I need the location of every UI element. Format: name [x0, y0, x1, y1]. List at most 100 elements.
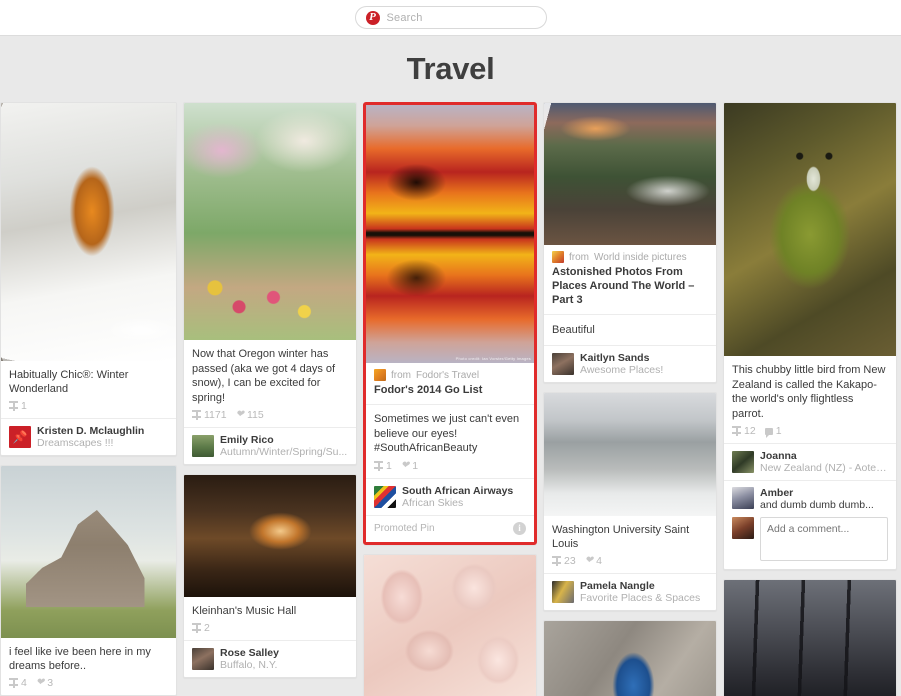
- pin-image-snowy-house-entrance[interactable]: [1, 103, 176, 361]
- pin-comment: Amber and dumb dumb dumb...: [724, 480, 896, 514]
- like-value: 4: [596, 555, 602, 567]
- pin-column-1: Habitually Chic®: Winter Wonderland 1 📌 …: [0, 102, 180, 696]
- search-placeholder: Search: [386, 11, 423, 24]
- user-meta: Pamela Nangle Favorite Places & Spaces: [580, 580, 700, 604]
- repin-icon: [732, 426, 741, 436]
- pin-image-concert-hall-interior[interactable]: [184, 475, 356, 597]
- pin-description: Now that Oregon winter has passed (aka w…: [192, 348, 336, 404]
- pin-user-row[interactable]: Emily Rico Autumn/Winter/Spring/Su...: [184, 427, 356, 464]
- pin-card[interactable]: [543, 620, 717, 696]
- pin-image-spring-garden-tulips[interactable]: [184, 103, 356, 340]
- repin-value: 2: [204, 622, 210, 634]
- source-prefix: from: [391, 369, 411, 381]
- user-name: Joanna: [760, 450, 797, 462]
- pin-stats: 1171 ❤ 115: [192, 409, 348, 421]
- board-name: New Zealand (NZ) - Aotea...: [760, 462, 888, 474]
- user-name: Emily Rico: [220, 434, 274, 446]
- pin-card[interactable]: from World inside pictures Astonished Ph…: [543, 102, 717, 383]
- repin-icon: [9, 678, 18, 688]
- pin-card[interactable]: Washington University Saint Louis 23 ❤ 4…: [543, 392, 717, 611]
- user-name: Kaitlyn Sands: [580, 352, 650, 364]
- add-comment-row: [724, 514, 896, 569]
- pin-source-title: Astonished Photos From Places Around The…: [552, 266, 695, 306]
- repin-count: 1: [9, 400, 27, 412]
- page-header: Travel: [0, 36, 901, 102]
- pin-title: Washington University Saint Louis: [552, 524, 690, 550]
- pin-body: i feel like ive been here in my dreams b…: [1, 638, 176, 695]
- pin-user-row[interactable]: Pamela Nangle Favorite Places & Spaces: [544, 573, 716, 610]
- pin-body: Washington University Saint Louis 23 ❤ 4: [544, 516, 716, 573]
- info-icon[interactable]: i: [513, 521, 526, 535]
- heart-icon: ❤: [584, 555, 594, 566]
- pin-image-pink-seashells[interactable]: [364, 554, 536, 696]
- pin-description: This chubby little bird from New Zealand…: [732, 364, 886, 420]
- pin-image-sunset-tree-reflection[interactable]: Photo credit: Ian Vorster/Getty Images: [366, 105, 534, 363]
- repin-icon: [192, 410, 201, 420]
- pin-card[interactable]: [363, 553, 537, 696]
- pin-card[interactable]: i feel like ive been here in my dreams b…: [0, 465, 177, 696]
- pin-image-kakapo-parrot[interactable]: [724, 103, 896, 356]
- pin-user-row[interactable]: South African Airways African Skies: [366, 477, 534, 515]
- pin-user-row[interactable]: Kaitlyn Sands Awesome Places!: [544, 345, 716, 382]
- pin-column-3: Photo credit: Ian Vorster/Getty Images f…: [360, 102, 540, 696]
- pin-image-treehouse-building[interactable]: [1, 466, 176, 638]
- pin-source-row[interactable]: from Fodor's Travel: [366, 363, 534, 383]
- search-input[interactable]: P Search: [354, 6, 547, 29]
- repin-value: 4: [21, 677, 27, 689]
- avatar: [732, 517, 754, 539]
- user-meta: South African Airways African Skies: [402, 485, 513, 509]
- promoted-pin-card[interactable]: Photo credit: Ian Vorster/Getty Images f…: [363, 102, 537, 545]
- pin-body: Now that Oregon winter has passed (aka w…: [184, 340, 356, 427]
- promoted-footer: Promoted Pin i: [366, 514, 534, 542]
- pin-image-snowy-campus-path[interactable]: [544, 393, 716, 516]
- repin-icon: [374, 460, 383, 471]
- source-name: Fodor's Travel: [416, 369, 480, 381]
- pin-body: Sometimes we just can't even believe our…: [366, 405, 534, 478]
- pin-card[interactable]: Habitually Chic®: Winter Wonderland 1 📌 …: [0, 102, 177, 456]
- pin-stats: 23 ❤ 4: [552, 555, 708, 567]
- avatar: [374, 485, 396, 508]
- avatar: 📌: [9, 426, 31, 448]
- repin-count: 12: [732, 425, 756, 437]
- like-value: 115: [246, 409, 264, 421]
- heart-icon: ❤: [35, 677, 45, 688]
- top-navigation-bar: P Search: [0, 0, 901, 36]
- comment-body: Amber and dumb dumb dumb...: [760, 487, 874, 512]
- like-value: 1: [412, 459, 419, 472]
- source-prefix: from: [569, 251, 589, 263]
- pin-source-row[interactable]: from World inside pictures: [544, 245, 716, 265]
- pin-body: Habitually Chic®: Winter Wonderland 1: [1, 361, 176, 418]
- pin-grid: Habitually Chic®: Winter Wonderland 1 📌 …: [0, 102, 901, 696]
- pin-card[interactable]: This chubby little bird from New Zealand…: [723, 102, 897, 570]
- like-count: ❤ 115: [236, 409, 264, 421]
- repin-count: 1: [374, 460, 392, 472]
- user-meta: Kristen D. Mclaughlin Dreamscapes !!!: [37, 425, 144, 449]
- pin-stats: 12 1: [732, 425, 888, 438]
- repin-value: 1171: [204, 409, 227, 421]
- pin-user-row[interactable]: Joanna New Zealand (NZ) - Aotea...: [724, 443, 896, 480]
- pin-card[interactable]: [723, 579, 897, 696]
- pin-card[interactable]: Kleinhan's Music Hall 2 Rose Salley Buff…: [183, 474, 357, 678]
- pin-image-hand-holding-iphone[interactable]: [544, 621, 716, 696]
- pin-image-ship-masts-dusk[interactable]: [724, 580, 896, 696]
- page-title: Travel: [406, 51, 495, 86]
- user-name: Kristen D. Mclaughlin: [37, 425, 145, 437]
- pin-user-row[interactable]: 📌 Kristen D. Mclaughlin Dreamscapes !!!: [1, 418, 176, 455]
- source-favicon-icon: [552, 251, 564, 263]
- pin-title: Habitually Chic®: Winter Wonderland: [9, 369, 129, 395]
- avatar: [552, 581, 574, 603]
- pin-user-row[interactable]: Rose Salley Buffalo, N.Y.: [184, 640, 356, 677]
- pin-image-fjord-waterfall[interactable]: [544, 103, 716, 245]
- board-name: Awesome Places!: [580, 364, 664, 376]
- repin-icon: [192, 623, 201, 633]
- photo-credit: Photo credit: Ian Vorster/Getty Images: [455, 356, 531, 361]
- board-name: Dreamscapes !!!: [37, 437, 114, 449]
- repin-value: 12: [744, 425, 756, 437]
- heart-icon: ❤: [400, 459, 410, 471]
- pin-note: Beautiful: [552, 324, 595, 336]
- user-name: Pamela Nangle: [580, 580, 655, 592]
- add-comment-input[interactable]: [760, 517, 888, 561]
- comment-icon: [764, 427, 773, 438]
- promoted-label: Promoted Pin: [374, 522, 435, 534]
- pin-card[interactable]: Now that Oregon winter has passed (aka w…: [183, 102, 357, 465]
